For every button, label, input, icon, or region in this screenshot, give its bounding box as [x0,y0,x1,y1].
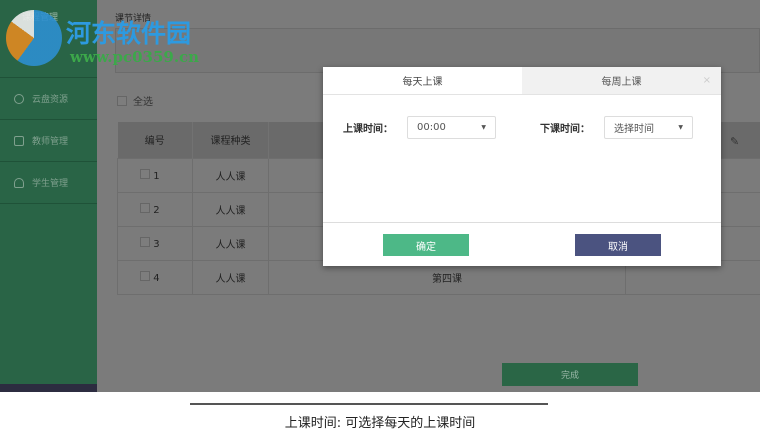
user-icon [14,177,24,188]
sidebar-footer [0,384,97,392]
select-all[interactable]: 全选 [117,93,153,108]
end-time-label: 下课时间： [540,124,590,135]
close-icon[interactable]: × [703,75,711,86]
edit-pencil-icon[interactable]: ✎ [730,135,739,148]
end-time-field: 下课时间： 选择时间 ▼ [540,116,693,139]
cancel-button[interactable]: 取消 [575,234,661,256]
caption-divider [190,403,548,405]
sidebar: 课程管理 云盘资源 教师管理 学生管理 [0,0,97,392]
schedule-modal: 每天上课 每周上课 × 上课时间： 00:00 ▼ 下课时间： 选择时间 ▼ 确定 … [323,67,721,266]
caption: 上课时间: 可选择每天的上课时间 [284,416,476,431]
row-number: 1 [153,170,160,182]
row-type: 人人课 [192,157,269,193]
page-title: 课节详情 [115,14,152,24]
sidebar-header: 课程管理 [0,0,97,78]
end-time-placeholder: 选择时间 [614,124,654,135]
start-time-label: 上课时间： [343,124,393,135]
select-all-checkbox[interactable] [117,95,127,106]
sidebar-item-label: 教师管理 [32,137,69,147]
select-all-label: 全选 [133,97,153,108]
row-number: 4 [153,272,160,284]
end-time-select[interactable]: 选择时间 ▼ [604,116,693,139]
row-checkbox[interactable] [140,236,150,247]
sidebar-item-label: 学生管理 [32,179,69,189]
sidebar-item-teachers[interactable]: 教师管理 [0,120,97,162]
done-button[interactable]: 完成 [502,363,638,386]
app-screenshot: 课程管理 云盘资源 教师管理 学生管理 课节详情 全选 编号 课程种类 1 人人课… [0,0,760,392]
tab-daily[interactable]: 每天上课 [323,67,522,94]
row-checkbox[interactable] [140,202,150,213]
chevron-down-icon: ▼ [481,124,486,131]
row-type: 人人课 [192,191,269,227]
row-type: 人人课 [192,259,269,295]
modal-divider [323,222,721,223]
row-type: 人人课 [192,225,269,261]
chevron-down-icon: ▼ [678,124,683,131]
row-checkbox[interactable] [140,168,150,179]
teacher-icon [14,135,24,146]
cloud-icon [14,93,24,104]
start-time-value: 00:00 [417,122,446,133]
sidebar-header-label: 课程管理 [22,13,59,23]
row-number: 3 [153,238,160,250]
sidebar-item-students[interactable]: 学生管理 [0,162,97,204]
start-time-field: 上课时间： 00:00 ▼ [343,116,496,139]
confirm-button[interactable]: 确定 [383,234,469,256]
sidebar-item-cloud[interactable]: 云盘资源 [0,78,97,120]
sidebar-item-label: 云盘资源 [32,95,69,105]
tab-weekly[interactable]: 每周上课 [522,67,721,94]
start-time-select[interactable]: 00:00 ▼ [407,116,496,139]
modal-tabs: 每天上课 每周上课 [323,67,721,95]
row-checkbox[interactable] [140,270,150,281]
row-number: 2 [153,204,160,216]
column-header: 编号 [117,122,193,158]
column-header: 课程种类 [192,122,269,158]
